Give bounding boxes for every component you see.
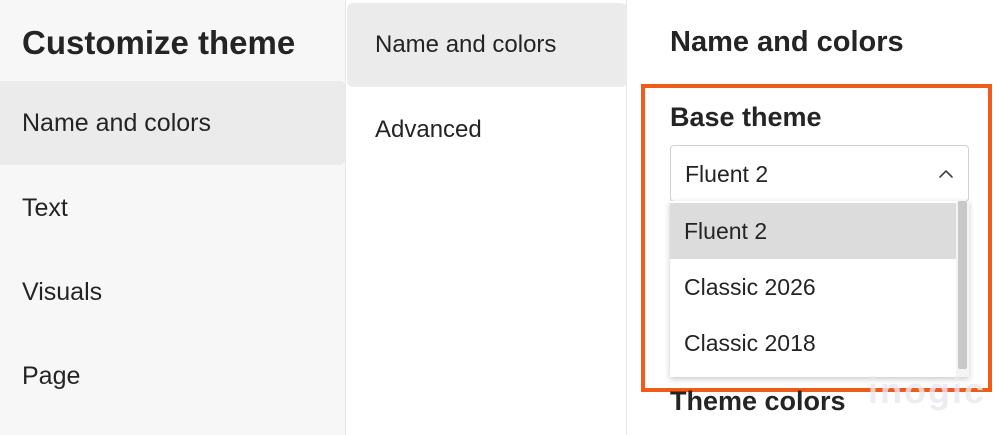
- page-title: Customize theme: [22, 24, 296, 61]
- dropdown-option-fluent-2[interactable]: Fluent 2: [670, 203, 956, 259]
- chevron-up-icon: [936, 164, 956, 184]
- sub-nav-item-name-and-colors[interactable]: Name and colors: [347, 3, 627, 87]
- nav-item-label: Page: [22, 361, 81, 390]
- base-theme-label: Base theme: [670, 102, 822, 132]
- sub-nav-item-label: Advanced: [375, 116, 482, 143]
- dropdown-scrollbar[interactable]: [956, 201, 969, 377]
- base-theme-dropdown: Fluent 2 Classic 2026 Classic 2018: [670, 201, 969, 377]
- section-title: Name and colors: [670, 26, 904, 58]
- base-theme-select[interactable]: Fluent 2: [670, 145, 969, 202]
- nav-item-visuals[interactable]: Visuals: [0, 250, 345, 334]
- customize-theme-nav: Customize theme Name and colors Text Vis…: [0, 0, 345, 435]
- nav-item-text[interactable]: Text: [0, 166, 345, 250]
- sub-nav-item-advanced[interactable]: Advanced: [347, 88, 627, 172]
- nav-item-name-and-colors[interactable]: Name and colors: [0, 81, 345, 165]
- option-label: Classic 2018: [684, 329, 816, 356]
- nav-item-label: Text: [22, 193, 68, 222]
- dropdown-option-classic-2026[interactable]: Classic 2026: [670, 259, 956, 315]
- nav-item-label: Visuals: [22, 277, 103, 306]
- theme-colors-label: Theme colors: [670, 386, 846, 416]
- option-label: Classic 2026: [684, 273, 816, 300]
- sub-nav: Name and colors Advanced: [345, 0, 627, 435]
- sub-nav-item-label: Name and colors: [375, 31, 557, 58]
- watermark-logo: inogic: [868, 370, 986, 411]
- nav-item-label: Name and colors: [22, 108, 211, 137]
- base-theme-value: Fluent 2: [685, 161, 769, 187]
- option-label: Fluent 2: [684, 217, 768, 244]
- nav-item-page[interactable]: Page: [0, 334, 345, 418]
- scrollbar-thumb[interactable]: [958, 201, 967, 369]
- dropdown-option-classic-2018[interactable]: Classic 2018: [670, 315, 956, 371]
